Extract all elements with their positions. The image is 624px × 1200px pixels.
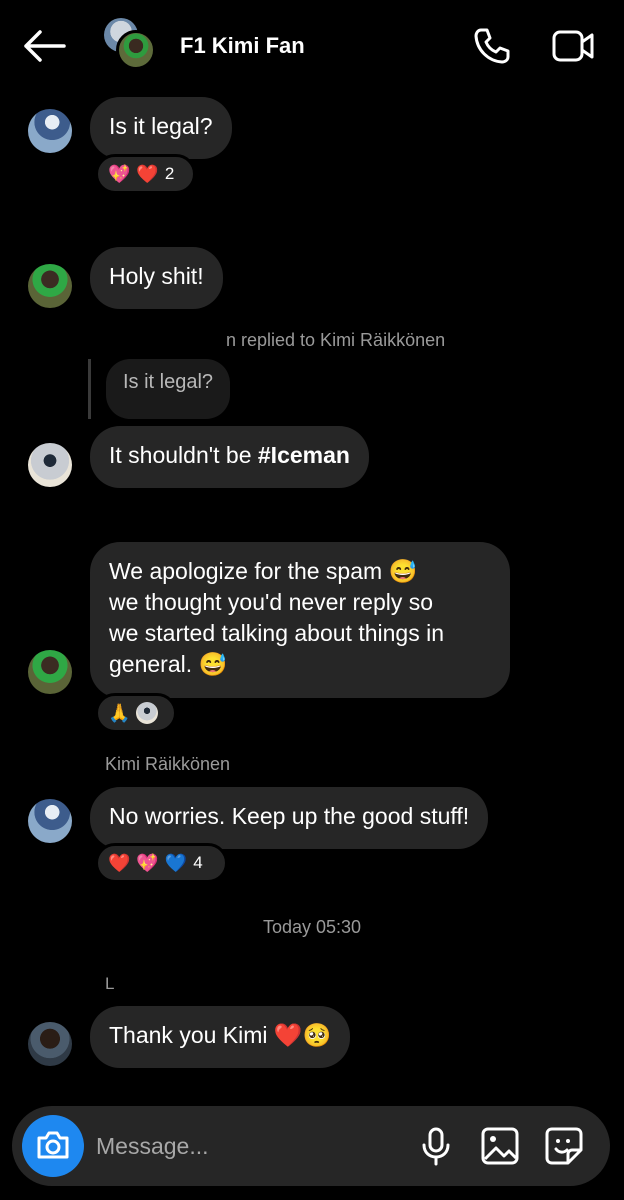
quoted-message[interactable]: Is it legal? [106,359,231,419]
group-avatar[interactable] [104,18,156,70]
reactions-pill[interactable]: 🙏 [95,693,177,733]
reaction-avatar [136,702,159,724]
reply-context-label: n replied to Kimi Räikkönen [226,330,446,350]
hashtag-link[interactable]: #Iceman [258,442,350,468]
message-text: Holy shit! [109,263,204,289]
message-text: Is it legal? [109,113,213,139]
reaction-emoji: 🙏 [108,702,131,723]
group-avatar-photo-2 [116,30,156,70]
avatar[interactable] [28,650,72,694]
sender-name: L [105,974,115,993]
message-bubble[interactable]: No worries. Keep up the good stuff! [90,787,489,849]
chat-header [0,0,624,92]
sender-name: Kimi Räikkönen [105,754,231,774]
phone-icon[interactable] [472,26,512,66]
message-bubble[interactable]: It shouldn't be #Iceman [90,426,369,488]
message-text: It shouldn't be [109,442,258,468]
message-line: we thought you'd never reply so [109,589,434,615]
gallery-icon[interactable] [480,1126,520,1166]
reactions-pill[interactable]: 💖 ❤️ 2 [95,154,196,194]
message-text: Thank you Kimi ❤️🥺 [109,1022,332,1048]
message-line: we started talking about things in [109,620,444,646]
message-text: No worries. Keep up the good stuff! [109,803,470,829]
microphone-icon[interactable] [416,1126,456,1166]
quoted-text: Is it legal? [123,371,214,393]
avatar[interactable] [28,109,72,153]
reaction-emoji: ❤️ [136,163,159,184]
message-line: We apologize for the spam 😅 [109,558,418,584]
avatar[interactable] [28,799,72,843]
camera-button[interactable] [22,1115,84,1177]
chat-title[interactable]: F1 Kimi Fan [180,33,305,59]
timestamp: Today 05:30 [262,917,362,937]
reaction-emoji: 💖 [136,852,159,873]
message-bubble[interactable]: Thank you Kimi ❤️🥺 [90,1006,351,1068]
reaction-emoji: 💙 [164,852,188,873]
reaction-emoji: 💖 [108,163,131,184]
message-line: general. 😅 [109,651,228,677]
message-bubble[interactable]: Is it legal? [90,97,232,159]
message-bubble[interactable]: We apologize for the spam 😅 we thought y… [90,542,510,698]
avatar[interactable] [28,443,72,487]
avatar[interactable] [28,1022,72,1066]
back-arrow-icon[interactable] [22,28,66,64]
reactions-pill[interactable]: ❤️ 💖 💙 4 [95,843,228,883]
message-input[interactable]: Message... [96,1133,209,1160]
sticker-icon[interactable] [544,1126,584,1166]
avatar[interactable] [28,264,72,308]
reply-indicator-bar [88,359,91,419]
camera-icon [37,1131,69,1159]
message-bubble[interactable]: Holy shit! [90,247,223,309]
reaction-emoji: ❤️ [108,852,131,873]
reaction-count: 4 [193,853,203,872]
reaction-count: 2 [164,164,175,183]
video-camera-icon[interactable] [552,28,594,64]
